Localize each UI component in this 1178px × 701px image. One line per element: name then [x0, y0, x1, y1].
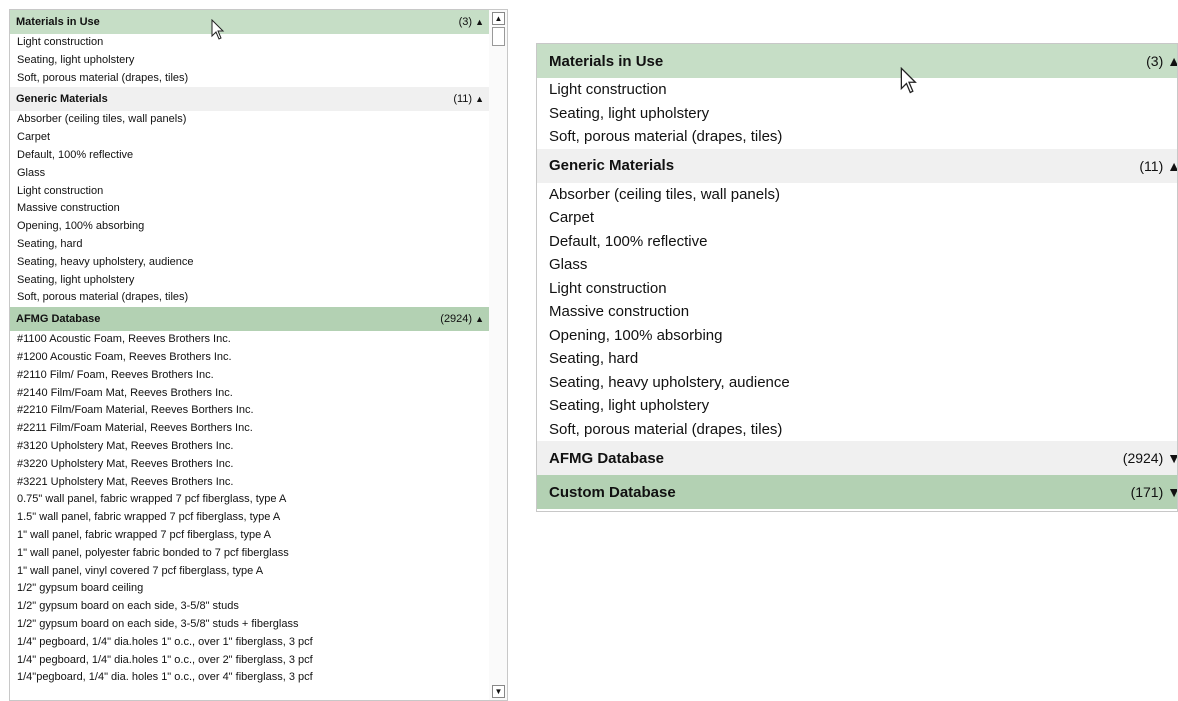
section-count: (3) — [458, 16, 473, 28]
list-item[interactable]: 1/4" pegboard, 1/4" dia.holes 1" o.c., o… — [10, 634, 490, 652]
list-item[interactable]: Massive construction — [537, 300, 1177, 324]
mouse-cursor-icon — [900, 67, 917, 94]
list-item[interactable]: 1/4"pegboard, 1/4" dia. holes 1" o.c., o… — [10, 669, 490, 687]
list-item[interactable]: 1/4" pegboard, 1/4" dia.holes 1" o.c., o… — [10, 652, 490, 670]
list-item[interactable]: #1100 Acoustic Foam, Reeves Brothers Inc… — [10, 331, 490, 349]
list-item[interactable]: 1/2" gypsum board ceiling — [10, 580, 490, 598]
list-item[interactable]: Absorber (ceiling tiles, wall panels) — [537, 183, 1177, 207]
section-header-custom-database[interactable]: Custom Database (171) ▼ — [537, 475, 1177, 509]
list-item[interactable]: Soft, porous material (drapes, tiles) — [10, 70, 490, 88]
expand-arrow-icon[interactable]: ▼ — [1167, 450, 1177, 466]
section-header-materials-in-use[interactable]: Materials in Use (3) ▲ — [10, 10, 490, 34]
list-item[interactable]: Absorber (ceiling tiles, wall panels) — [10, 111, 490, 129]
list-item[interactable]: Light construction — [10, 34, 490, 52]
section-header-afmg-database[interactable]: AFMG Database (2924) ▼ — [537, 441, 1177, 475]
list-item[interactable]: Seating, light upholstery — [537, 394, 1177, 418]
expand-arrow-icon[interactable]: ▼ — [1167, 484, 1177, 500]
section-header-afmg-database[interactable]: AFMG Database (2924) ▲ — [10, 307, 490, 332]
list-item[interactable]: Soft, porous material (drapes, tiles) — [537, 125, 1177, 149]
list-item[interactable]: Carpet — [10, 129, 490, 147]
list-item[interactable]: #2140 Film/Foam Mat, Reeves Brothers Inc… — [10, 385, 490, 403]
list-item[interactable]: Seating, hard — [537, 347, 1177, 371]
section-title: Generic Materials — [549, 157, 675, 174]
mouse-cursor-icon — [211, 19, 225, 40]
collapse-arrow-icon[interactable]: ▲ — [475, 17, 484, 27]
materials-list-panel-small: Materials in Use (3) ▲ Light construction… — [9, 9, 508, 701]
list-item[interactable]: Seating, heavy upholstery, audience — [537, 371, 1177, 395]
list-item[interactable]: Soft, porous material (drapes, tiles) — [10, 289, 490, 307]
section-title: Generic Materials — [16, 93, 108, 106]
list-item[interactable]: Default, 100% reflective — [537, 230, 1177, 254]
list-item[interactable]: 1.5" wall panel, fabric wrapped 7 pcf fi… — [10, 509, 490, 527]
scroll-down-icon[interactable]: ▼ — [492, 685, 505, 698]
list-item[interactable]: #2110 Film/ Foam, Reeves Brothers Inc. — [10, 367, 490, 385]
materials-list-panel-large: Materials in Use (3) ▲ Light constructio… — [536, 43, 1178, 512]
list-item[interactable]: Default, 100% reflective — [10, 147, 490, 165]
section-count: (171) — [1130, 484, 1164, 500]
list-item[interactable]: Light construction — [537, 78, 1177, 102]
list-item[interactable]: Glass — [537, 253, 1177, 277]
section-count: (2924) — [1122, 450, 1164, 466]
list-item[interactable]: Seating, heavy upholstery, audience — [10, 254, 490, 272]
section-header-generic-materials[interactable]: Generic Materials (11) ▲ — [537, 148, 1177, 183]
list-item[interactable]: Seating, light upholstery — [537, 102, 1177, 126]
list-item[interactable]: #3220 Upholstery Mat, Reeves Brothers In… — [10, 456, 490, 474]
section-count: (11) — [453, 93, 473, 106]
list-item[interactable]: #3221 Upholstery Mat, Reeves Brothers In… — [10, 474, 490, 492]
collapse-arrow-icon[interactable]: ▲ — [1167, 53, 1177, 69]
section-title: Materials in Use — [549, 52, 664, 70]
list-item[interactable]: Opening, 100% absorbing — [10, 218, 490, 236]
list-item[interactable]: #2211 Film/Foam Material, Reeves Borther… — [10, 420, 490, 438]
section-count: (2924) — [440, 313, 473, 326]
section-title: Materials in Use — [16, 16, 100, 28]
list-item[interactable]: 1/2" gypsum board on each side, 3-5/8" s… — [10, 616, 490, 634]
section-title: Custom Database — [549, 483, 676, 501]
list-item[interactable]: 1/2" gypsum board on each side, 3-5/8" s… — [10, 598, 490, 616]
list-item[interactable]: Carpet — [537, 206, 1177, 230]
list-item[interactable]: 1" wall panel, polyester fabric bonded t… — [10, 545, 490, 563]
section-count: (11) — [1139, 157, 1164, 174]
section-header-generic-materials[interactable]: Generic Materials (11) ▲ — [10, 87, 490, 112]
list-item[interactable]: #2210 Film/Foam Material, Reeves Borther… — [10, 402, 490, 420]
list-item[interactable]: #1200 Acoustic Foam, Reeves Brothers Inc… — [10, 349, 490, 367]
list-item[interactable]: Opening, 100% absorbing — [537, 324, 1177, 348]
section-header-materials-in-use[interactable]: Materials in Use (3) ▲ — [537, 44, 1177, 78]
list-item[interactable]: Seating, light upholstery — [10, 52, 490, 70]
list-item[interactable]: Glass — [10, 165, 490, 183]
vertical-scrollbar[interactable]: ▲ ▼ — [489, 10, 507, 700]
collapse-arrow-icon[interactable]: ▲ — [475, 94, 484, 104]
list-item[interactable]: Seating, hard — [10, 236, 490, 254]
list-item[interactable]: Massive construction — [10, 200, 490, 218]
collapse-arrow-icon[interactable]: ▲ — [475, 314, 484, 324]
section-count: (3) — [1146, 53, 1164, 69]
list-item[interactable]: 1" wall panel, fabric wrapped 7 pcf fibe… — [10, 527, 490, 545]
scroll-up-icon[interactable]: ▲ — [492, 12, 505, 25]
list-item[interactable]: Soft, porous material (drapes, tiles) — [537, 418, 1177, 442]
collapse-arrow-icon[interactable]: ▲ — [1167, 158, 1177, 174]
section-title: AFMG Database — [549, 449, 665, 467]
list-item[interactable]: Seating, light upholstery — [10, 272, 490, 290]
list-item[interactable]: Light construction — [537, 277, 1177, 301]
scroll-thumb[interactable] — [492, 27, 505, 46]
list-item[interactable]: 1" wall panel, vinyl covered 7 pcf fiber… — [10, 563, 490, 581]
list-item[interactable]: 0.75" wall panel, fabric wrapped 7 pcf f… — [10, 491, 490, 509]
list-item[interactable]: #3120 Upholstery Mat, Reeves Brothers In… — [10, 438, 490, 456]
section-title: AFMG Database — [16, 313, 101, 326]
list-item[interactable]: Light construction — [10, 183, 490, 201]
